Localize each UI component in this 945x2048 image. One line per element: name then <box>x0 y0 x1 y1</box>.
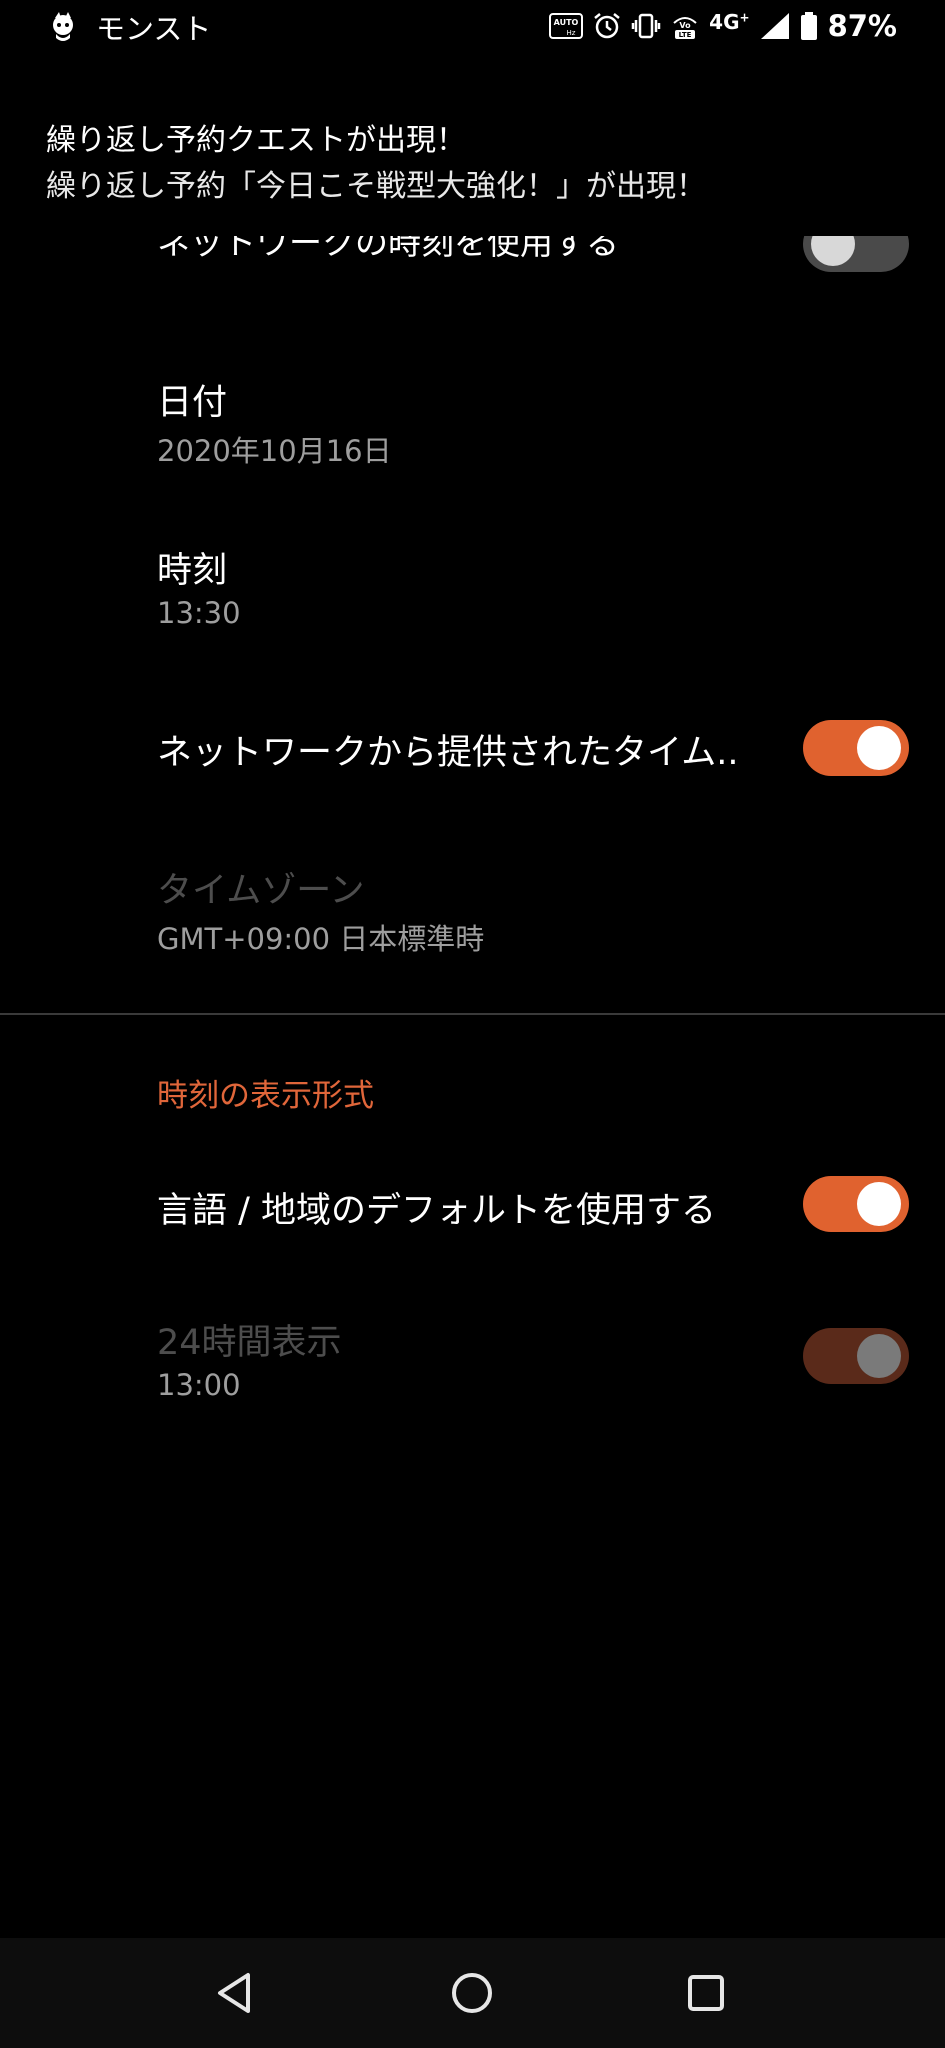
volte-icon: Vo LTE <box>673 17 697 39</box>
setting-title-network-time: ネットワークの時刻を使用する <box>157 236 619 262</box>
heads-up-notification[interactable]: 繰り返し予約クエストが出現！ 繰り返し予約「今日こそ戦型大強化！」が出現！ <box>46 118 906 210</box>
setting-title-locale-default: 言語 / 地域のデフォルトを使用する <box>157 1191 717 1231</box>
status-bar-app-name: モンスト <box>96 12 212 46</box>
auto-hz-icon: AUTO Hz <box>549 13 584 39</box>
status-bar-left: モンスト <box>46 6 211 48</box>
battery-icon <box>800 12 817 40</box>
notification-text: 繰り返し予約「今日こそ戦型大強化！」が出現！ <box>46 169 706 204</box>
notification-title: 繰り返し予約クエストが出現！ <box>46 123 466 158</box>
back-icon[interactable] <box>208 1966 262 2020</box>
setting-title-24-hour: 24時間表示 <box>157 1323 342 1363</box>
setting-value-time: 13:30 <box>157 596 241 630</box>
toggle-knob <box>811 236 855 266</box>
setting-row-timezone: タイムゾーン GMT+09:00 日本標準時 <box>0 860 945 970</box>
signal-icon <box>760 13 789 39</box>
status-bar: モンスト AUTO Hz Vo LTE 4G+ 87% <box>0 0 945 52</box>
svg-text:AUTO: AUTO <box>554 18 579 27</box>
navigation-bar <box>0 1938 945 2048</box>
network-type-label: 4G <box>709 10 740 34</box>
setting-value-date: 2020年10月16日 <box>157 434 392 468</box>
toggle-knob <box>857 1334 901 1378</box>
section-header-time-format: 時刻の表示形式 <box>157 1078 374 1114</box>
section-divider <box>0 1013 945 1015</box>
svg-text:Hz: Hz <box>567 29 576 37</box>
vibrate-icon <box>631 13 661 39</box>
settings-screen: モンスト AUTO Hz Vo LTE 4G+ 87% 繰り返し予約クエストが出… <box>0 0 945 2048</box>
toggle-knob <box>857 1182 901 1226</box>
setting-title-date: 日付 <box>157 383 228 423</box>
setting-title-timezone: タイムゾーン <box>157 871 365 911</box>
setting-row-network-time[interactable]: ネットワークの時刻を使用する <box>0 236 945 286</box>
network-timezone-toggle[interactable] <box>803 720 909 776</box>
setting-value-timezone: GMT+09:00 日本標準時 <box>157 922 485 956</box>
alarm-icon <box>594 13 620 39</box>
setting-row-date[interactable]: 日付 2020年10月16日 <box>0 360 945 490</box>
home-icon[interactable] <box>445 1966 499 2020</box>
svg-text:LTE: LTE <box>679 31 692 39</box>
setting-row-network-timezone[interactable]: ネットワークから提供されたタイム.. <box>0 700 945 800</box>
setting-value-24-hour: 13:00 <box>157 1368 241 1402</box>
toggle-knob <box>857 726 901 770</box>
monst-app-icon <box>53 12 73 41</box>
locale-default-toggle[interactable] <box>803 1176 909 1232</box>
setting-title-network-timezone: ネットワークから提供されたタイム.. <box>157 733 739 773</box>
status-bar-right: AUTO Hz Vo LTE 4G+ 87% <box>540 6 897 46</box>
setting-row-24-hour: 24時間表示 13:00 <box>0 1310 945 1420</box>
recents-icon[interactable] <box>679 1966 733 2020</box>
battery-percentage: 87% <box>827 9 897 43</box>
24-hour-toggle <box>803 1328 909 1384</box>
setting-row-time[interactable]: 時刻 13:30 <box>0 530 945 660</box>
network-type: 4G+ <box>709 10 750 34</box>
setting-title-time: 時刻 <box>157 551 228 591</box>
setting-row-locale-default[interactable]: 言語 / 地域のデフォルトを使用する <box>0 1160 945 1260</box>
svg-text:Vo: Vo <box>680 21 692 30</box>
network-time-toggle[interactable] <box>803 236 909 272</box>
